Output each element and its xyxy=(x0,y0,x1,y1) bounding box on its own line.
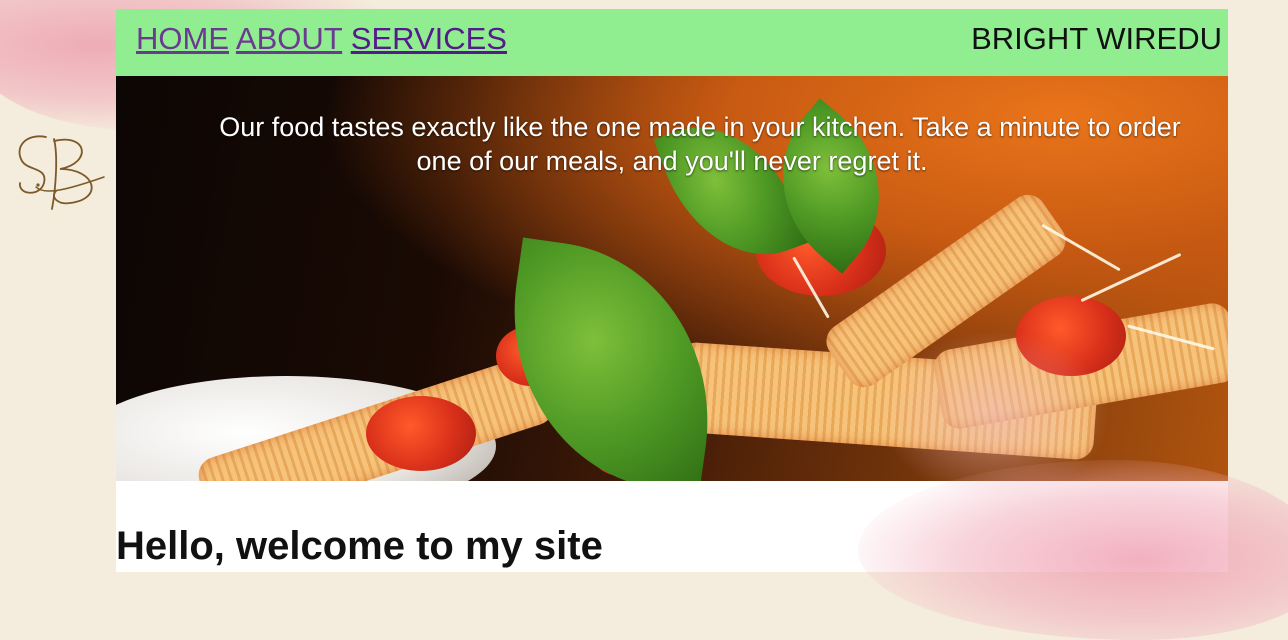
hero-tagline-line2: one of our meals, and you'll never regre… xyxy=(416,146,928,176)
hero-tagline-line1: Our food tastes exactly like the one mad… xyxy=(219,112,1181,142)
nav-link-home[interactable]: HOME xyxy=(136,21,229,56)
nav-link-services[interactable]: SERVICES xyxy=(351,21,507,56)
nav-link-about[interactable]: ABOUT xyxy=(236,21,342,56)
cheese-shred xyxy=(1080,252,1182,303)
website-page: HOME ABOUT SERVICES BRIGHT WIREDU Our fo… xyxy=(116,9,1228,572)
welcome-heading: Hello, welcome to my site xyxy=(116,524,603,568)
brand-name: BRIGHT WIREDU xyxy=(971,21,1222,56)
signature-logo xyxy=(18,135,105,210)
basil-leaf xyxy=(491,237,731,481)
nav-bar: HOME ABOUT SERVICES BRIGHT WIREDU xyxy=(116,9,1228,76)
tomato-sauce xyxy=(366,396,476,471)
hero-food-image: Our food tastes exactly like the one mad… xyxy=(116,76,1228,481)
nav-links: HOME ABOUT SERVICES xyxy=(136,21,507,57)
tomato-sauce xyxy=(1016,296,1126,376)
hero-tagline: Our food tastes exactly like the one mad… xyxy=(116,110,1228,178)
